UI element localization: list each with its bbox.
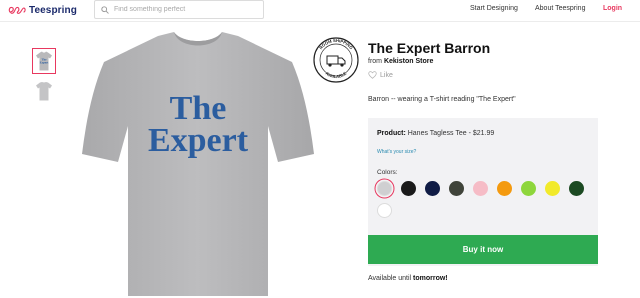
teespring-logo[interactable]: Teespring — [8, 3, 77, 17]
like-label: Like — [380, 71, 393, 79]
product-type: Product: Hanes Tagless Tee - $21.99 — [377, 130, 494, 137]
search-bar[interactable] — [94, 0, 264, 19]
colors-label: Colors: — [377, 169, 398, 176]
color-swatch-navy[interactable] — [425, 181, 440, 196]
thumbnail-front[interactable]: The Expert — [32, 48, 56, 74]
room-shipping-badge: ROOM SHIPPING AVAILABLE — [313, 37, 359, 83]
shirt-front-thumbnail-icon: The Expert — [36, 51, 52, 71]
product-label: Product: — [377, 130, 406, 137]
availability-text: Available until tomorrow! — [368, 275, 448, 282]
store-attribution: from Kekiston Store — [368, 58, 433, 65]
shirt-back-thumbnail-icon — [36, 82, 52, 101]
login-link[interactable]: Login — [603, 5, 622, 12]
product-image: The Expert — [78, 30, 318, 298]
about-teespring-link[interactable]: About Teespring — [535, 5, 585, 12]
color-swatch-black[interactable] — [401, 181, 416, 196]
svg-text:Expert: Expert — [40, 61, 49, 65]
brand-name: Teespring — [29, 4, 77, 16]
search-icon — [101, 5, 109, 14]
teespring-logo-icon — [8, 6, 26, 14]
product-title: The Expert Barron — [368, 40, 491, 56]
color-swatch-yellow[interactable] — [545, 181, 560, 196]
size-guide-link[interactable]: What's your size? — [377, 149, 416, 155]
store-link[interactable]: Kekiston Store — [384, 58, 433, 65]
color-swatch-light-pink[interactable] — [473, 181, 488, 196]
color-swatch-heather-grey[interactable] — [377, 181, 392, 196]
product-value[interactable]: Hanes Tagless Tee - $21.99 — [408, 130, 495, 137]
heart-icon — [368, 71, 377, 79]
color-swatch-lime[interactable] — [521, 181, 536, 196]
color-swatch-orange[interactable] — [497, 181, 512, 196]
like-button[interactable]: Like — [368, 71, 393, 79]
top-navigation-bar: Teespring Start Designing About Teesprin… — [0, 0, 640, 22]
availability-deadline: tomorrow! — [413, 275, 448, 282]
color-swatch-white[interactable] — [377, 203, 392, 218]
availability-prefix: Available until — [368, 275, 412, 282]
start-designing-link[interactable]: Start Designing — [470, 5, 518, 12]
tshirt-image — [82, 32, 314, 296]
product-description: Barron -- wearing a T-shirt reading "The… — [368, 96, 516, 103]
search-input[interactable] — [114, 6, 254, 13]
color-swatch-forest-green[interactable] — [569, 181, 584, 196]
color-swatch-charcoal[interactable] — [449, 181, 464, 196]
buy-it-now-button[interactable]: Buy it now — [368, 235, 598, 264]
from-label: from — [368, 58, 382, 65]
shirt-print-line2: Expert — [147, 122, 249, 159]
thumbnail-back[interactable] — [32, 78, 56, 104]
